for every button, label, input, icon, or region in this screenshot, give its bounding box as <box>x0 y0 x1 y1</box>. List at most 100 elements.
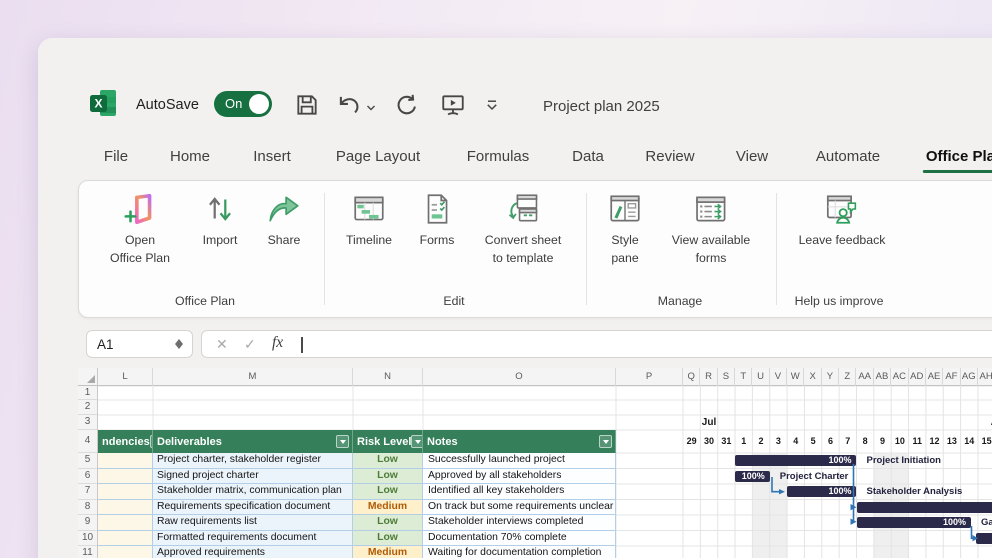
column-header-R[interactable]: R <box>700 368 717 386</box>
cell-L11[interactable] <box>98 546 153 558</box>
autosave-toggle[interactable]: On <box>214 91 272 117</box>
ribbon-button-view-available-forms[interactable]: View availableforms <box>672 191 750 268</box>
column-header-AG[interactable]: AG <box>961 368 978 386</box>
undo-dropdown-chevron-icon[interactable] <box>365 101 377 113</box>
row-header-2[interactable]: 2 <box>78 400 97 415</box>
column-header-AD[interactable]: AD <box>909 368 926 386</box>
column-header-Y[interactable]: Y <box>822 368 839 386</box>
column-header-S[interactable]: S <box>718 368 735 386</box>
column-header-AA[interactable]: AA <box>857 368 874 386</box>
cell-N8-risk[interactable]: Medium <box>353 500 423 516</box>
redo-icon[interactable] <box>394 92 420 118</box>
column-header-AC[interactable]: AC <box>891 368 908 386</box>
ribbon-button-share[interactable]: Share <box>266 191 302 249</box>
cell-O10-note[interactable]: Documentation 70% complete <box>423 531 616 547</box>
insert-function-icon[interactable]: fx <box>272 334 283 352</box>
cell-O9-note[interactable]: Stakeholder interviews completed <box>423 515 616 531</box>
column-header-M[interactable]: M <box>153 368 353 386</box>
ribbon-tab-page-layout[interactable]: Page Layout <box>336 148 420 165</box>
cell-O8-note[interactable]: On track but some requirements unclear <box>423 500 616 516</box>
undo-icon[interactable] <box>336 92 362 118</box>
gantt-bar-row5[interactable]: 100% <box>735 455 856 466</box>
cell-O7-note[interactable]: Identified all key stakeholders <box>423 484 616 500</box>
row-header-5[interactable]: 5 <box>78 453 97 469</box>
row-header-4[interactable]: 4 <box>78 430 97 453</box>
column-header-N[interactable]: N <box>353 368 423 386</box>
ribbon-button-open-office-plan[interactable]: OpenOffice Plan <box>110 191 170 268</box>
column-header-Q[interactable]: Q <box>683 368 700 386</box>
column-header-V[interactable]: V <box>770 368 787 386</box>
ribbon-tab-insert[interactable]: Insert <box>253 148 291 165</box>
column-header-W[interactable]: W <box>787 368 804 386</box>
ribbon-tab-view[interactable]: View <box>736 148 768 165</box>
save-icon[interactable] <box>294 92 320 118</box>
table-header-cell-notes[interactable]: Notes <box>423 430 616 453</box>
column-header-U[interactable]: U <box>752 368 769 386</box>
ribbon-tab-formulas[interactable]: Formulas <box>467 148 530 165</box>
ribbon-tab-review[interactable]: Review <box>645 148 694 165</box>
cell-O11-note[interactable]: Waiting for documentation completion <box>423 546 616 558</box>
table-header-cell-ndencies[interactable]: ndencies <box>98 430 153 453</box>
column-header-AH[interactable]: AH <box>978 368 992 386</box>
ribbon-button-import[interactable]: Import <box>202 191 238 249</box>
column-header-AE[interactable]: AE <box>926 368 943 386</box>
ribbon-tab-office-plan[interactable]: Office Plan <box>926 148 992 165</box>
cell-M6-deliverable[interactable]: Signed project charter <box>153 469 353 485</box>
row-header-10[interactable]: 10 <box>78 531 97 547</box>
screen-share-icon[interactable] <box>440 92 466 118</box>
formula-bar[interactable]: ✕ ✓ fx <box>201 330 992 358</box>
cell-N11-risk[interactable]: Medium <box>353 546 423 558</box>
filter-dropdown-icon[interactable] <box>336 435 349 448</box>
gantt-bar-row7[interactable]: 100% <box>787 486 856 497</box>
column-header-AF[interactable]: AF <box>943 368 960 386</box>
filter-dropdown-icon[interactable] <box>599 435 612 448</box>
cell-N5-risk[interactable]: Low <box>353 453 423 469</box>
cell-N9-risk[interactable]: Low <box>353 515 423 531</box>
row-header-1[interactable]: 1 <box>78 386 97 400</box>
gantt-bar-row10[interactable] <box>976 533 992 544</box>
cell-M9-deliverable[interactable]: Raw requirements list <box>153 515 353 531</box>
ribbon-button-leave-feedback[interactable]: Leave feedback <box>799 191 886 249</box>
cancel-icon[interactable]: ✕ <box>216 336 228 353</box>
ribbon-button-convert-sheet-to-template[interactable]: Convert sheetto template <box>485 191 562 268</box>
cell-M5-deliverable[interactable]: Project charter, stakeholder register <box>153 453 353 469</box>
cell-N10-risk[interactable]: Low <box>353 531 423 547</box>
cell-M11-deliverable[interactable]: Approved requirements <box>153 546 353 558</box>
row-header-8[interactable]: 8 <box>78 500 97 516</box>
row-header-6[interactable]: 6 <box>78 469 97 485</box>
name-box-spinner-down-icon[interactable] <box>175 344 183 349</box>
row-header-11[interactable]: 11 <box>78 546 97 558</box>
column-header-O[interactable]: O <box>423 368 616 386</box>
ribbon-tab-home[interactable]: Home <box>170 148 210 165</box>
cell-M7-deliverable[interactable]: Stakeholder matrix, communication plan <box>153 484 353 500</box>
cell-M8-deliverable[interactable]: Requirements specification document <box>153 500 353 516</box>
column-header-AB[interactable]: AB <box>874 368 891 386</box>
ribbon-tab-data[interactable]: Data <box>572 148 604 165</box>
gantt-bar-row6[interactable]: 100% <box>735 471 770 482</box>
cell-O6-note[interactable]: Approved by all stakeholders <box>423 469 616 485</box>
cell-L8[interactable] <box>98 500 153 516</box>
row-header-7[interactable]: 7 <box>78 484 97 500</box>
name-box[interactable]: A1 <box>86 330 193 358</box>
gantt-bar-complete-row8[interactable] <box>857 502 992 513</box>
cell-M10-deliverable[interactable]: Formatted requirements document <box>153 531 353 547</box>
row-header-9[interactable]: 9 <box>78 515 97 531</box>
column-header-T[interactable]: T <box>735 368 752 386</box>
enter-icon[interactable]: ✓ <box>244 336 256 353</box>
cell-O5-note[interactable]: Successfully launched project <box>423 453 616 469</box>
cell-L6[interactable] <box>98 469 153 485</box>
row-header-3[interactable]: 3 <box>78 415 97 430</box>
column-header-Z[interactable]: Z <box>839 368 856 386</box>
gantt-bar-row9[interactable]: 100% <box>857 517 972 528</box>
ribbon-button-forms[interactable]: Forms <box>419 191 455 249</box>
cell-N6-risk[interactable]: Low <box>353 469 423 485</box>
cell-L9[interactable] <box>98 515 153 531</box>
column-header-L[interactable]: L <box>98 368 153 386</box>
ribbon-button-style-pane[interactable]: Stylepane <box>607 191 643 268</box>
column-header-X[interactable]: X <box>804 368 821 386</box>
cell-N7-risk[interactable]: Low <box>353 484 423 500</box>
select-all-corner[interactable] <box>78 368 98 386</box>
cell-L10[interactable] <box>98 531 153 547</box>
ribbon-tab-automate[interactable]: Automate <box>816 148 880 165</box>
table-header-cell-deliverables[interactable]: Deliverables <box>153 430 353 453</box>
